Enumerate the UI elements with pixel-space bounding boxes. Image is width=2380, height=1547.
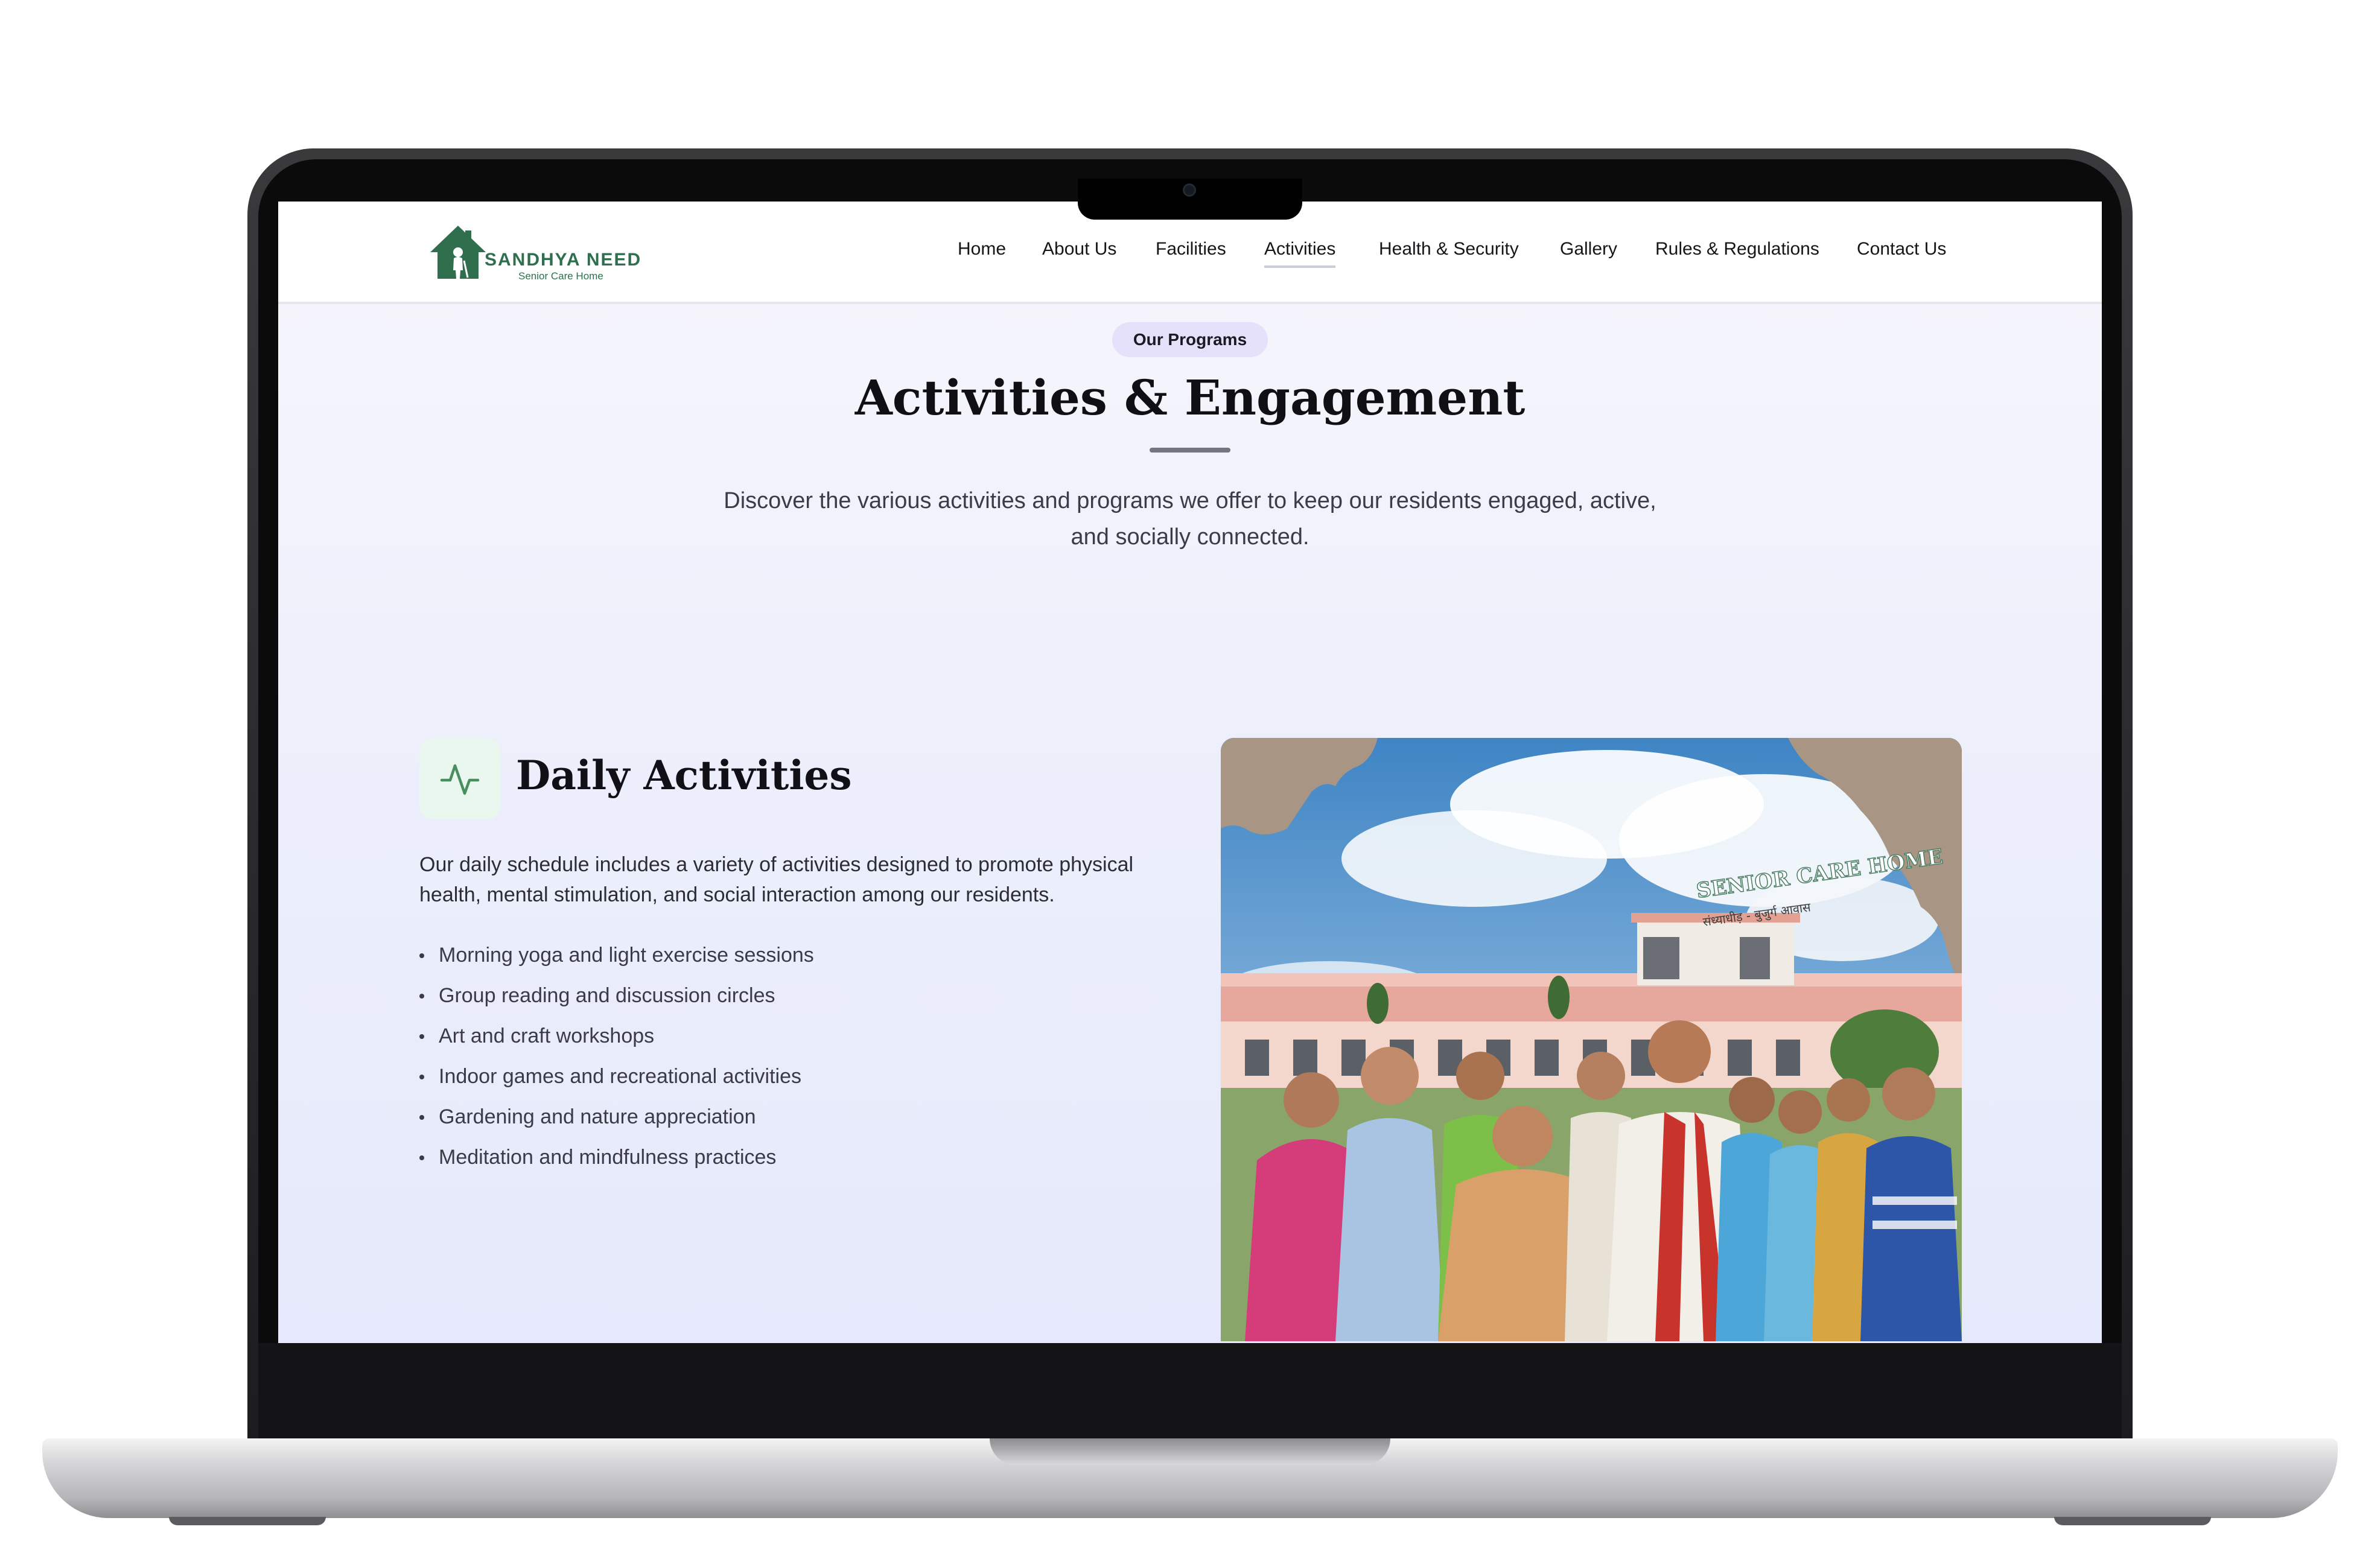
section-intro: Discover the various activities and prog… (713, 483, 1667, 555)
list-item: Morning yoga and light exercise sessions (419, 940, 814, 980)
list-item: Art and craft workshops (419, 1021, 814, 1061)
webcam-icon (1183, 183, 1196, 197)
list-item: Gardening and nature appreciation (419, 1102, 814, 1142)
nav-about-us[interactable]: About Us (1042, 239, 1116, 259)
laptop-base-groove (990, 1438, 1390, 1465)
description-line-2: health, mental stimulation, and social i… (419, 883, 1055, 906)
nav-health-security[interactable]: Health & Security (1379, 239, 1519, 259)
activities-photo: SENIOR CARE HOME संध्याधीड़ - बुजुर्ग आव… (1221, 738, 1962, 1341)
activity-pulse-icon (440, 764, 480, 795)
nav-facilities[interactable]: Facilities (1156, 239, 1226, 259)
laptop-foot-right (2054, 1517, 2211, 1525)
list-item: Meditation and mindfulness practices (419, 1142, 814, 1183)
title-underline (1150, 448, 1230, 453)
laptop-foot-left (169, 1517, 326, 1525)
nav-gallery[interactable]: Gallery (1560, 239, 1617, 259)
intro-line-1: Discover the various activities and prog… (724, 488, 1656, 513)
logo-name: SANDHYA NEED (485, 250, 642, 270)
logo-tagline: Senior Care Home (518, 270, 603, 282)
activity-list: Morning yoga and light exercise sessions… (419, 940, 814, 1183)
site-logo[interactable]: SANDHYA NEED Senior Care Home (428, 222, 640, 285)
page-title: Activities & Engagement (854, 369, 1526, 426)
nav-contact-us[interactable]: Contact Us (1857, 239, 1946, 259)
group-photo-illustration: SENIOR CARE HOME संध्याधीड़ - बुजुर्ग आव… (1221, 738, 1962, 1341)
nav-home[interactable]: Home (958, 239, 1006, 259)
list-item: Indoor games and recreational activities (419, 1061, 814, 1102)
section-badge: Our Programs (1112, 322, 1268, 357)
house-logo-icon (430, 226, 486, 279)
browser-viewport: SANDHYA NEED Senior Care Home Home About… (278, 202, 2102, 1343)
nav-activities[interactable]: Activities (1264, 239, 1336, 268)
daily-activities-description: Our daily schedule includes a variety of… (419, 850, 1180, 910)
daily-activities-title: Daily Activities (516, 752, 852, 799)
activity-icon-tile (419, 739, 500, 819)
laptop-chin (258, 1343, 2122, 1440)
description-line-1: Our daily schedule includes a variety of… (419, 853, 1134, 876)
nav-rules-regulations[interactable]: Rules & Regulations (1655, 239, 1819, 259)
list-item: Group reading and discussion circles (419, 980, 814, 1021)
intro-line-2: and socially connected. (1071, 524, 1309, 550)
